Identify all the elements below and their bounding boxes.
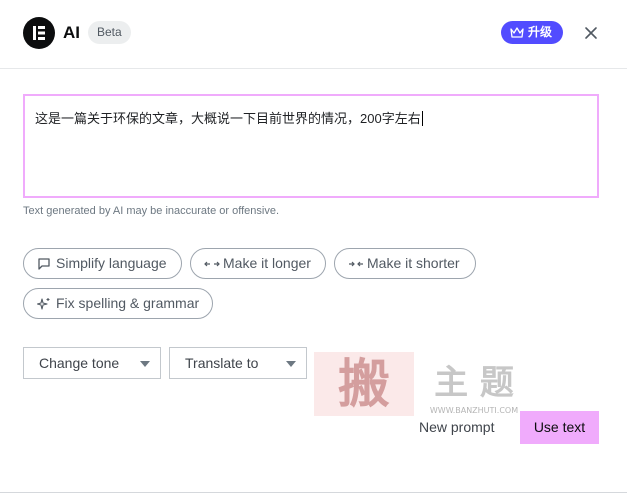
fix-spelling-grammar-button[interactable]: Fix spelling & grammar [23,288,213,319]
make-shorter-label: Make it shorter [367,255,460,271]
elementor-logo-icon [23,17,55,49]
close-button[interactable] [581,23,601,43]
upgrade-label: 升级 [528,25,553,39]
simplify-language-label: Simplify language [56,255,167,271]
collapse-arrows-icon [349,261,363,267]
close-icon [585,27,597,39]
prompt-text-wrap: 这是一篇关于环保的文章，大概说一下目前世界的情况，200字左右 [35,108,423,127]
ai-dialog: AI Beta 升级 这是一篇关于环保的文章，大概说一下目前世界的情况，200字… [0,0,627,493]
beta-badge: Beta [88,21,131,44]
chevron-down-icon [140,361,150,367]
app-title: AI [63,23,80,42]
chevron-down-icon [286,361,296,367]
change-tone-label: Change tone [39,355,120,371]
make-longer-label: Make it longer [223,255,311,271]
disclaimer-text: Text generated by AI may be inaccurate o… [23,205,280,217]
watermark-title: 主 题 [434,363,514,403]
prompt-textarea[interactable]: 这是一篇关于环保的文章，大概说一下目前世界的情况，200字左右 [23,94,599,198]
text-caret [421,111,423,126]
change-tone-select[interactable]: Change tone [23,347,161,379]
prompt-text: 这是一篇关于环保的文章，大概说一下目前世界的情况，200字左右 [35,111,421,126]
new-prompt-button[interactable]: New prompt [419,419,494,435]
translate-to-label: Translate to [185,355,259,371]
crown-icon [510,27,524,38]
watermark-image: 搬 主 题 WWW.BANZHUTI.COM [314,350,544,420]
use-text-button[interactable]: Use text [520,411,599,444]
dialog-header: AI Beta 升级 [0,0,627,69]
translate-to-select[interactable]: Translate to [169,347,307,379]
speech-bubble-icon [38,258,50,270]
upgrade-button[interactable]: 升级 [501,21,563,44]
sparkle-icon [37,298,50,310]
expand-arrows-icon [204,261,220,267]
make-shorter-button[interactable]: Make it shorter [334,248,476,279]
watermark-url: WWW.BANZHUTI.COM [430,406,518,415]
simplify-language-button[interactable]: Simplify language [23,248,182,279]
svg-text:搬: 搬 [338,354,390,415]
fix-spelling-grammar-label: Fix spelling & grammar [56,295,200,311]
make-longer-button[interactable]: Make it longer [190,248,326,279]
